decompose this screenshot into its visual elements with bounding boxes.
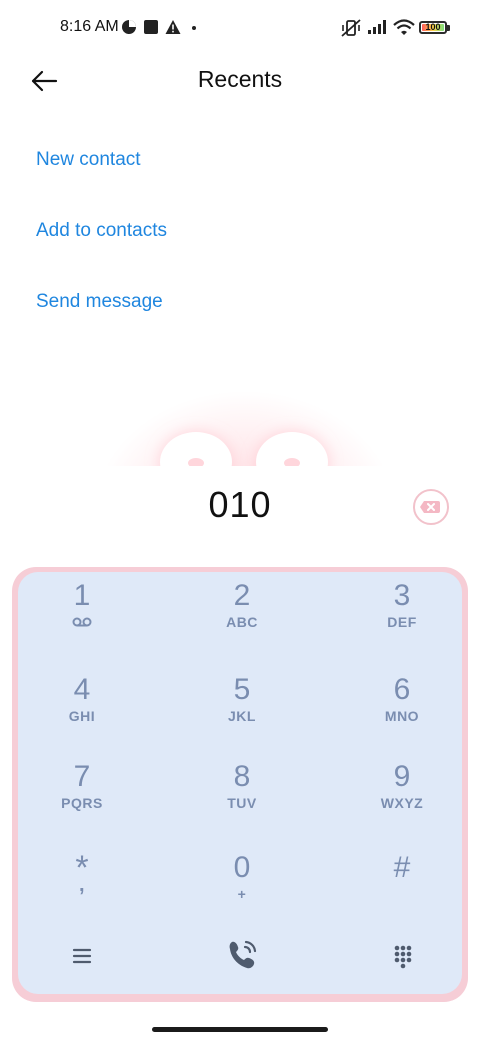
key-5[interactable]: 5 JKL [182, 674, 302, 754]
key-0[interactable]: 0 + [182, 852, 302, 932]
key-letters: WXYZ [380, 795, 424, 811]
backspace-button[interactable] [413, 489, 449, 525]
key-7[interactable]: 7 PQRS [22, 761, 142, 841]
battery-tip [447, 25, 450, 31]
dialpad-icon [394, 945, 412, 969]
call-icon [229, 940, 257, 969]
battery-level: 100 [425, 22, 441, 32]
new-contact-link[interactable]: New contact [36, 149, 141, 171]
key-8[interactable]: 8 TUV [182, 761, 302, 841]
key-3[interactable]: 3 DEF [342, 580, 462, 660]
key-9[interactable]: 9 WXYZ [342, 761, 462, 841]
key-letters: MNO [384, 708, 420, 724]
key-digit: 3 [393, 579, 411, 612]
key-1[interactable]: 1 [22, 580, 142, 660]
key-letters: , [78, 874, 86, 896]
key-digit: 9 [393, 760, 411, 793]
key-6[interactable]: 6 MNO [342, 674, 462, 754]
battery-icon: 100 [419, 21, 447, 34]
key-letters: ABC [226, 614, 258, 630]
key-digit: 7 [73, 760, 91, 793]
wifi-icon [393, 19, 415, 35]
key-digit: # [393, 851, 411, 884]
key-digit: 2 [233, 579, 251, 612]
menu-button[interactable] [64, 938, 100, 974]
key-digit: 5 [233, 673, 251, 706]
key-letters: + [237, 886, 247, 902]
key-4[interactable]: 4 GHI [22, 674, 142, 754]
dialpad-toggle-button[interactable] [385, 938, 421, 974]
key-letters: DEF [387, 614, 417, 630]
send-message-link[interactable]: Send message [36, 291, 163, 313]
key-digit: 6 [393, 673, 411, 706]
key-hash[interactable]: # [342, 852, 462, 932]
data-saver-icon [122, 20, 136, 34]
status-bar: 8:16 AM 100 [0, 0, 480, 56]
key-digit: 1 [73, 579, 91, 612]
dialpad: 1 2 ABC 3 DEF 4 GHI 5 JKL 6 MNO 7 PQRS 8… [12, 567, 468, 1002]
key-2[interactable]: 2 ABC [182, 580, 302, 660]
key-letters: JKL [228, 708, 256, 724]
call-button[interactable] [218, 932, 266, 980]
key-digit: 0 [233, 851, 251, 884]
home-indicator[interactable] [152, 1027, 328, 1032]
app-notification-icon [144, 20, 158, 34]
warning-icon [165, 20, 181, 34]
page-title: Recents [197, 66, 283, 92]
dialpad-surface: 1 2 ABC 3 DEF 4 GHI 5 JKL 6 MNO 7 PQRS 8… [18, 572, 462, 994]
key-digit: 4 [73, 673, 91, 706]
menu-icon [72, 948, 92, 964]
key-star[interactable]: * , [22, 851, 142, 932]
vibrate-off-icon [341, 19, 361, 37]
dialed-number: 010 [208, 484, 272, 525]
status-time: 8:16 AM [60, 18, 119, 35]
add-to-contacts-link[interactable]: Add to contacts [36, 220, 167, 242]
signal-icon [368, 20, 386, 34]
voicemail-icon [72, 617, 92, 627]
more-notifications-dot [192, 26, 196, 30]
key-digit: 8 [233, 760, 251, 793]
backspace-icon [420, 501, 440, 513]
key-letters: TUV [227, 795, 257, 811]
key-letters: GHI [68, 708, 96, 724]
key-letters: PQRS [61, 795, 103, 811]
